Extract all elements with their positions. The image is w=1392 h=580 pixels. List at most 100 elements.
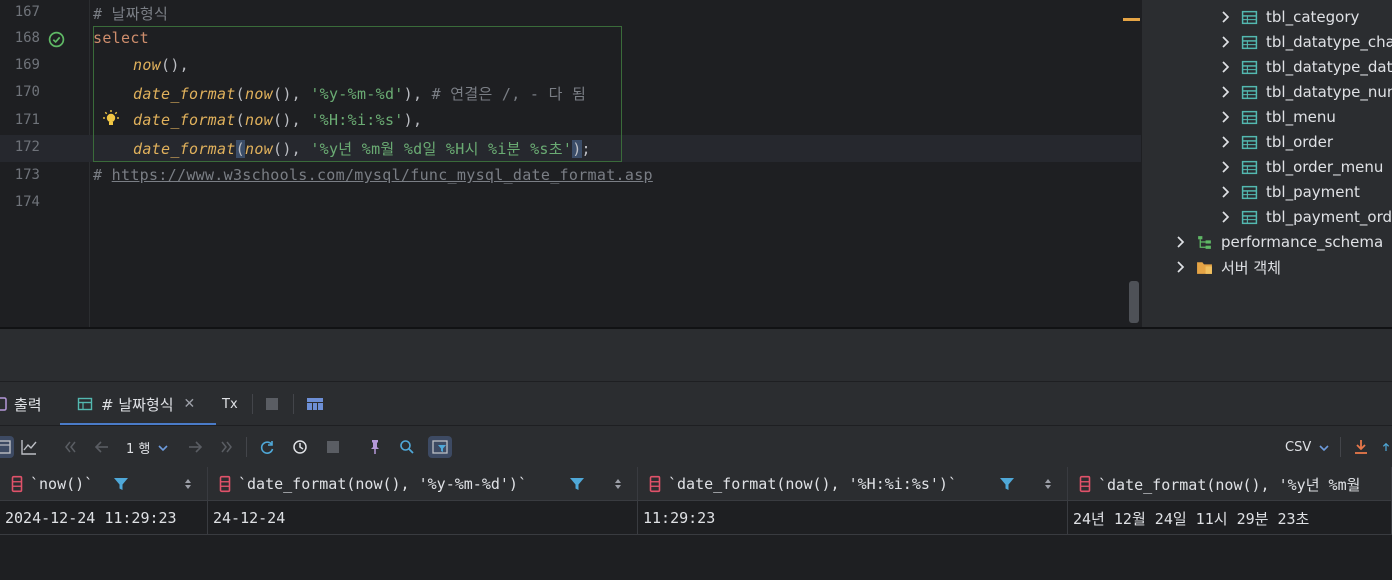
column-header[interactable]: `date_format(now(), '%y년 %m월 [1068, 467, 1392, 501]
column-header[interactable]: `date_format(now(), '%y-%m-%d')` [208, 467, 638, 501]
filter-panel-icon [432, 440, 448, 454]
table-name: tbl_order_menu [1266, 158, 1384, 176]
table-cell[interactable]: 2024-12-24 11:29:23 [0, 501, 208, 535]
refresh-button[interactable] [256, 436, 278, 458]
chevron-right-icon [1177, 261, 1185, 273]
server-objects-name: 서버 객체 [1221, 258, 1281, 277]
tree-table-item[interactable]: tbl_payment [1217, 180, 1360, 204]
history-button[interactable] [289, 436, 311, 458]
cancel-query-button[interactable] [322, 436, 344, 458]
tree-table-item[interactable]: tbl_payment_ord [1217, 205, 1392, 229]
panel-gap [0, 329, 1392, 381]
check-circle-icon[interactable] [48, 31, 65, 48]
export-format-select[interactable]: CSV [1285, 440, 1330, 455]
result-grid[interactable]: `now()` `date_format(now(), '%y-%m-%d')` `… [0, 467, 1392, 580]
prev-page-button[interactable] [91, 436, 113, 458]
table-cell[interactable]: 24년 12월 24일 11시 29분 23초 [1068, 501, 1392, 535]
filter-icon[interactable] [569, 476, 585, 492]
last-page-button[interactable] [216, 436, 238, 458]
database-explorer: tbl_category tbl_datatype_cha tbl_datatype… [1141, 0, 1392, 328]
sql-editor[interactable]: 167 # 날짜형식 168 select 169 now(), 170 dat… [0, 0, 1141, 328]
filter-toggle-button[interactable] [428, 436, 452, 458]
output-icon [0, 397, 7, 411]
chevron-right-icon [1222, 161, 1230, 173]
tree-schema-item[interactable]: performance_schema [1172, 230, 1383, 254]
column-name: `now()` [30, 475, 94, 493]
import-button[interactable] [1380, 436, 1392, 458]
layout-button[interactable] [307, 382, 325, 426]
column-header[interactable]: `date_format(now(), '%H:%i:%s')` [638, 467, 1068, 501]
table-cell[interactable]: 11:29:23 [638, 501, 1068, 535]
table-icon [1241, 10, 1258, 24]
layout-icon [307, 398, 323, 410]
line-number: 174 [14, 194, 40, 210]
filter-icon[interactable] [999, 476, 1015, 492]
stop-button[interactable] [265, 382, 281, 426]
table-cell[interactable]: 24-12-24 [208, 501, 638, 535]
editor-scrollbar[interactable] [1129, 281, 1139, 323]
table-icon [1241, 210, 1258, 224]
code-line-167[interactable]: 167 # 날짜형식 [0, 0, 1141, 27]
tx-label: Tx [222, 396, 238, 412]
export-button[interactable] [1350, 436, 1372, 458]
sort-icon[interactable] [183, 476, 193, 492]
arrow-left-icon [94, 441, 108, 453]
stop-icon [327, 441, 339, 453]
line-number: 167 [14, 4, 40, 20]
statement-highlight-box [93, 26, 622, 162]
tab-output[interactable]: 출력 [0, 382, 58, 426]
warning-marker[interactable] [1123, 18, 1140, 21]
table-name: tbl_datatype_cha [1266, 33, 1392, 51]
tab-output-label: 출력 [14, 395, 42, 414]
first-page-button[interactable] [59, 436, 81, 458]
chevron-right-icon [1222, 186, 1230, 198]
tree-server-objects-item[interactable]: 서버 객체 [1172, 255, 1281, 279]
tree-table-item[interactable]: tbl_category [1217, 5, 1359, 29]
grid-view-button[interactable] [0, 436, 14, 458]
column-header[interactable]: `now()` [0, 467, 208, 501]
page-selector[interactable]: 1 행 [126, 438, 169, 457]
grid-icon [0, 440, 11, 454]
chevron-down-icon [1319, 444, 1329, 451]
table-name: tbl_payment [1266, 183, 1360, 201]
table-name: tbl_datatype_num [1266, 83, 1392, 101]
schema-icon [1198, 235, 1211, 249]
tab-tx[interactable]: Tx [222, 382, 244, 426]
chevron-right-icon [1222, 111, 1230, 123]
pin-icon [371, 440, 379, 454]
tree-table-item[interactable]: tbl_datatype_num [1217, 80, 1392, 104]
table-row[interactable]: 2024-12-24 11:29:23 24-12-24 11:29:23 24년 1… [0, 501, 1392, 535]
schema-name: performance_schema [1221, 233, 1384, 251]
pin-button[interactable] [364, 436, 386, 458]
stop-icon [266, 398, 278, 410]
search-button[interactable] [396, 436, 418, 458]
tree-table-item[interactable]: tbl_menu [1217, 105, 1336, 129]
tab-result[interactable]: # 날짜형식 ✕ [60, 382, 216, 426]
code-line-174[interactable]: 174 [0, 190, 1141, 217]
export-format-label: CSV [1285, 440, 1312, 455]
sort-icon[interactable] [613, 476, 623, 492]
filter-icon[interactable] [113, 476, 129, 492]
table-name: tbl_menu [1266, 108, 1336, 126]
sort-icon[interactable] [1043, 476, 1053, 492]
tree-table-item[interactable]: tbl_datatype_date [1217, 55, 1392, 79]
tree-table-item[interactable]: tbl_order [1217, 130, 1333, 154]
line-number: 171 [14, 112, 40, 128]
tree-table-item[interactable]: tbl_datatype_cha [1217, 30, 1392, 54]
chart-view-button[interactable] [18, 436, 40, 458]
comment-hash: # [93, 166, 112, 184]
tree-table-item[interactable]: tbl_order_menu [1217, 155, 1383, 179]
close-icon[interactable]: ✕ [184, 396, 196, 412]
separator [1340, 437, 1341, 457]
table-name: tbl_datatype_date [1266, 58, 1392, 76]
column-icon [11, 475, 23, 493]
column-name: `date_format(now(), '%y-%m-%d')` [238, 475, 527, 493]
next-page-button[interactable] [184, 436, 206, 458]
line-number: 170 [14, 84, 40, 100]
code-line-173[interactable]: 173 # https://www.w3schools.com/mysql/fu… [0, 163, 1141, 190]
line-number: 172 [14, 139, 40, 155]
table-icon [1241, 185, 1258, 199]
column-icon [1079, 475, 1091, 493]
reference-link[interactable]: https://www.w3schools.com/mysql/func_mys… [112, 166, 653, 184]
chevron-right-icon [1222, 211, 1230, 223]
